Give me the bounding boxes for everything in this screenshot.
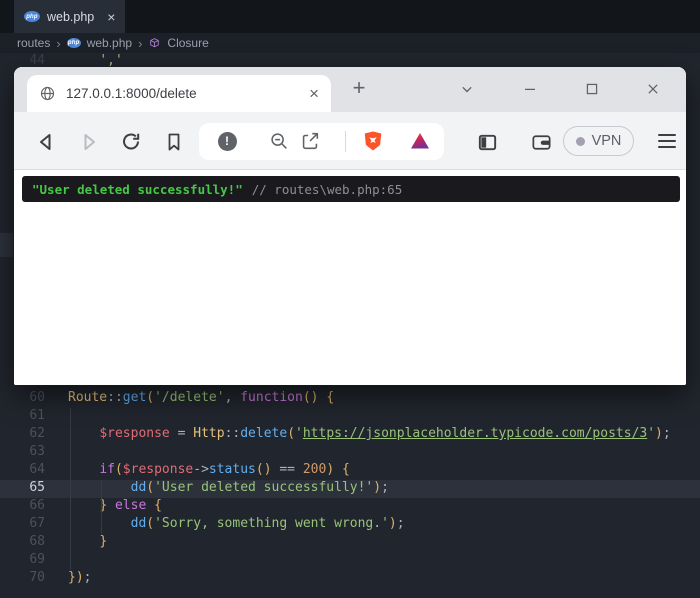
- code-line-66[interactable]: 66 } else {: [0, 498, 700, 516]
- line-number: 63: [0, 444, 45, 462]
- editor-left-artifact: [0, 233, 13, 257]
- code-line-65[interactable]: 65 dd('User deleted successfully!');: [0, 480, 700, 498]
- wallet-icon[interactable]: [528, 129, 554, 155]
- back-button[interactable]: [33, 129, 59, 155]
- dd-output-bar: "User deleted successfully!" // routes\w…: [22, 176, 680, 202]
- new-tab-button[interactable]: +: [346, 74, 372, 102]
- line-number: 64: [0, 462, 45, 480]
- dd-output-message: "User deleted successfully!": [32, 182, 243, 197]
- browser-toolbar: !: [14, 112, 686, 170]
- dd-output-location: // routes\web.php:65: [252, 182, 403, 197]
- indent-guide: [101, 480, 102, 534]
- php-file-icon: php: [67, 38, 81, 48]
- address-bar[interactable]: !: [199, 123, 444, 160]
- chevron-right-icon: ›: [138, 36, 142, 51]
- bookmark-icon[interactable]: [161, 129, 187, 155]
- code-editor[interactable]: 60 Route::get('/delete', function() {6162…: [0, 390, 700, 588]
- code-line-60[interactable]: 60 Route::get('/delete', function() {: [0, 390, 700, 408]
- browser-window: 127.0.0.1:8000/delete × +: [14, 67, 686, 385]
- indent-guide: [70, 408, 71, 570]
- code-text: }: [68, 534, 107, 552]
- code-line-67[interactable]: 67 dd('Sorry, something went wrong.');: [0, 516, 700, 534]
- line-number: 67: [0, 516, 45, 534]
- divider: [345, 131, 346, 152]
- browser-tab-title: 127.0.0.1:8000/delete: [66, 86, 299, 101]
- breadcrumb: routes › php web.php › Closure: [0, 33, 700, 53]
- tab-close-icon[interactable]: ×: [309, 85, 319, 102]
- browser-tab[interactable]: 127.0.0.1:8000/delete ×: [27, 75, 331, 112]
- maximize-button[interactable]: [580, 77, 604, 101]
- minimize-button[interactable]: [518, 77, 542, 101]
- code-text: if($response->status() == 200) {: [68, 462, 350, 480]
- vpn-button[interactable]: VPN: [563, 126, 634, 156]
- globe-icon: [39, 85, 56, 102]
- code-text: dd('User deleted successfully!');: [68, 480, 389, 498]
- forward-button[interactable]: [76, 129, 102, 155]
- vscode-tab-webphp[interactable]: php web.php ×: [14, 0, 125, 33]
- screen: php web.php × routes › php web.php › Clo…: [0, 0, 700, 598]
- sidebar-toggle-icon[interactable]: [474, 129, 500, 155]
- brave-rewards-bat-icon[interactable]: [407, 128, 433, 154]
- tab-close-icon[interactable]: ×: [107, 10, 115, 24]
- code-text: $response = Http::delete('https://jsonpl…: [68, 426, 671, 444]
- code-line-63[interactable]: 63: [0, 444, 700, 462]
- code-line-68[interactable]: 68 }: [0, 534, 700, 552]
- reload-button[interactable]: [118, 129, 144, 155]
- menu-hamburger-icon[interactable]: [658, 132, 676, 150]
- line-number: 65: [0, 480, 45, 498]
- vscode-tab-bar: php web.php ×: [0, 0, 700, 33]
- code-line-62[interactable]: 62 $response = Http::delete('https://jso…: [0, 426, 700, 444]
- chevron-right-icon: ›: [56, 36, 60, 51]
- vscode-tab-label: web.php: [47, 10, 94, 24]
- close-window-button[interactable]: [641, 77, 665, 101]
- share-icon[interactable]: [297, 128, 323, 154]
- code-text: dd('Sorry, something went wrong.');: [68, 516, 405, 534]
- site-info-icon[interactable]: !: [214, 128, 240, 154]
- line-number: 68: [0, 534, 45, 552]
- line-number: 69: [0, 552, 45, 570]
- browser-viewport: "User deleted successfully!" // routes\w…: [14, 170, 686, 385]
- php-file-icon: php: [24, 11, 40, 22]
- code-line-70[interactable]: 70});: [0, 570, 700, 588]
- line-number: 61: [0, 408, 45, 426]
- line-number: 66: [0, 498, 45, 516]
- vpn-status-dot: [576, 137, 585, 146]
- code-text: Route::get('/delete', function() {: [68, 390, 334, 408]
- breadcrumb-routes[interactable]: routes: [17, 36, 50, 50]
- code-line-61[interactable]: 61: [0, 408, 700, 426]
- symbol-closure-icon: [148, 37, 161, 50]
- browser-tab-strip: 127.0.0.1:8000/delete × +: [14, 67, 686, 112]
- vpn-label: VPN: [592, 133, 622, 149]
- breadcrumb-webphp[interactable]: web.php: [87, 36, 132, 50]
- zoom-out-icon[interactable]: [266, 128, 292, 154]
- line-number: 60: [0, 390, 45, 408]
- code-text: });: [68, 570, 91, 588]
- code-text: } else {: [68, 498, 162, 516]
- code-line-64[interactable]: 64 if($response->status() == 200) {: [0, 462, 700, 480]
- tab-search-chevron-icon[interactable]: [455, 77, 479, 101]
- breadcrumb-closure[interactable]: Closure: [167, 36, 208, 50]
- line-number: 62: [0, 426, 45, 444]
- code-line-69[interactable]: 69: [0, 552, 700, 570]
- line-number: 70: [0, 570, 45, 588]
- brave-shields-icon[interactable]: [360, 128, 386, 154]
